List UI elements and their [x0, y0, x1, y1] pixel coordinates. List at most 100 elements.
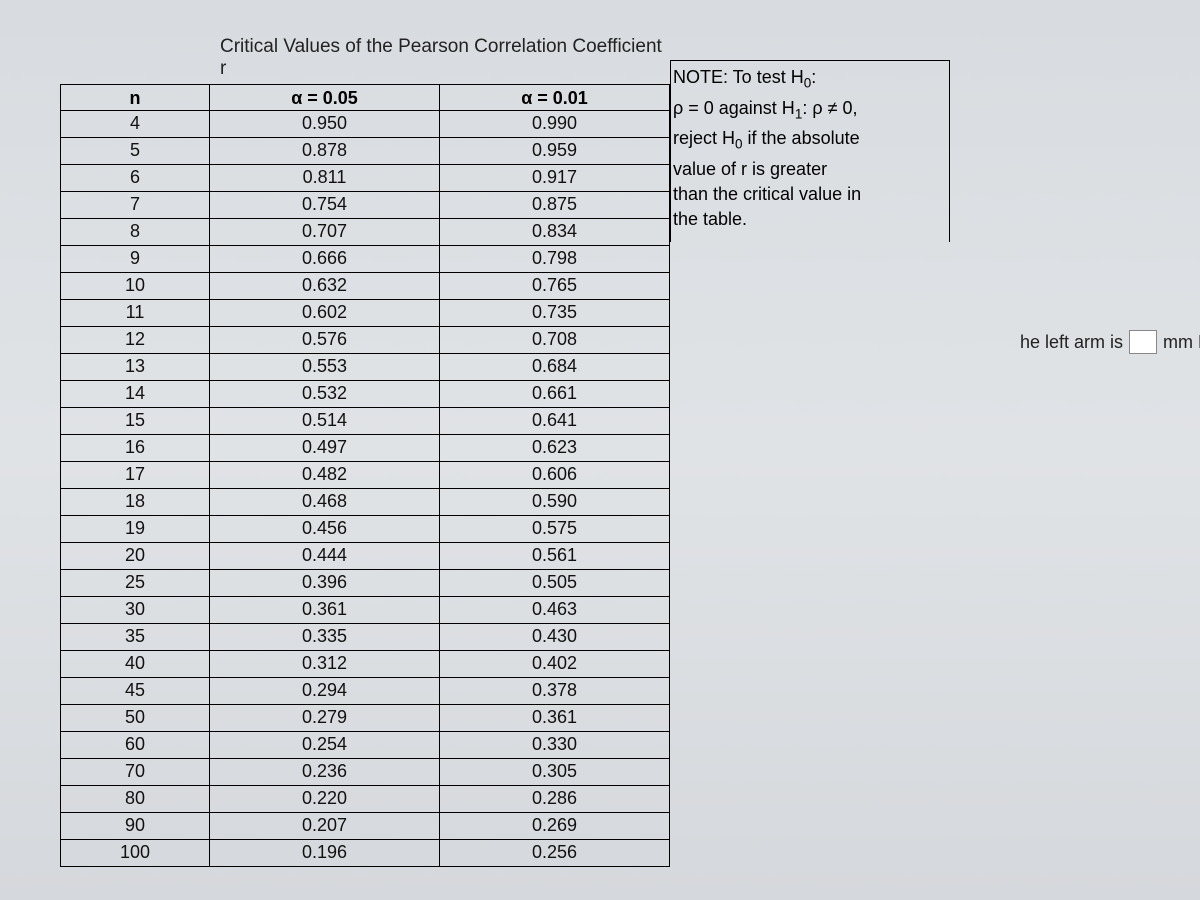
- cell-alpha-05: 0.335: [210, 624, 440, 651]
- cell-alpha-01: 0.641: [440, 408, 670, 435]
- cell-n: 8: [60, 219, 210, 246]
- cell-alpha-01: 0.959: [440, 138, 670, 165]
- cell-n: 11: [60, 300, 210, 327]
- cell-alpha-05: 0.878: [210, 138, 440, 165]
- cell-alpha-01: 0.561: [440, 543, 670, 570]
- note-line-3: reject H0 if the absolute: [673, 126, 943, 157]
- note-text: ρ = 0 against H: [673, 98, 795, 118]
- subscript: 0: [735, 137, 743, 152]
- critical-values-table: Critical Values of the Pearson Correlati…: [60, 30, 670, 867]
- cell-alpha-05: 0.707: [210, 219, 440, 246]
- note-line-4: value of r is greater: [673, 157, 943, 182]
- cell-alpha-01: 0.684: [440, 354, 670, 381]
- cell-n: 35: [60, 624, 210, 651]
- cell-alpha-05: 0.553: [210, 354, 440, 381]
- cell-alpha-01: 0.378: [440, 678, 670, 705]
- cell-alpha-05: 0.576: [210, 327, 440, 354]
- cell-n: 100: [60, 840, 210, 867]
- cell-alpha-01: 0.765: [440, 273, 670, 300]
- cell-n: 90: [60, 813, 210, 840]
- cell-n: 25: [60, 570, 210, 597]
- cell-n: 70: [60, 759, 210, 786]
- note-line-5: than the critical value in: [673, 182, 943, 207]
- cell-alpha-01: 0.708: [440, 327, 670, 354]
- cell-alpha-05: 0.207: [210, 813, 440, 840]
- note-text: NOTE: To test H: [673, 67, 804, 87]
- cell-n: 14: [60, 381, 210, 408]
- note-line-6: the table.: [673, 207, 943, 232]
- cell-alpha-05: 0.950: [210, 111, 440, 138]
- cell-alpha-01: 0.505: [440, 570, 670, 597]
- cell-alpha-01: 0.735: [440, 300, 670, 327]
- cell-n: 50: [60, 705, 210, 732]
- cell-n: 18: [60, 489, 210, 516]
- cell-n: 12: [60, 327, 210, 354]
- cell-alpha-01: 0.269: [440, 813, 670, 840]
- cell-n: 30: [60, 597, 210, 624]
- cell-n: 6: [60, 165, 210, 192]
- cell-n: 16: [60, 435, 210, 462]
- cell-alpha-05: 0.602: [210, 300, 440, 327]
- cell-n: 9: [60, 246, 210, 273]
- cell-n: 10: [60, 273, 210, 300]
- cell-alpha-01: 0.305: [440, 759, 670, 786]
- cell-alpha-01: 0.834: [440, 219, 670, 246]
- table-title: Critical Values of the Pearson Correlati…: [60, 30, 670, 84]
- cell-n: 19: [60, 516, 210, 543]
- cell-alpha-05: 0.254: [210, 732, 440, 759]
- cell-alpha-05: 0.754: [210, 192, 440, 219]
- cell-alpha-05: 0.396: [210, 570, 440, 597]
- cell-alpha-01: 0.286: [440, 786, 670, 813]
- cell-alpha-01: 0.256: [440, 840, 670, 867]
- cell-alpha-05: 0.456: [210, 516, 440, 543]
- cell-alpha-05: 0.811: [210, 165, 440, 192]
- header-alpha-05: α = 0.05: [210, 84, 440, 111]
- cell-n: 20: [60, 543, 210, 570]
- cell-n: 7: [60, 192, 210, 219]
- cell-alpha-01: 0.623: [440, 435, 670, 462]
- cell-alpha-01: 0.990: [440, 111, 670, 138]
- note-text: :: [811, 67, 816, 87]
- cell-n: 45: [60, 678, 210, 705]
- cell-alpha-01: 0.606: [440, 462, 670, 489]
- note-text: if the absolute: [743, 128, 860, 148]
- answer-input-box[interactable]: [1129, 330, 1157, 354]
- cell-alpha-05: 0.196: [210, 840, 440, 867]
- header-n: n: [60, 84, 210, 111]
- cell-n: 5: [60, 138, 210, 165]
- cell-n: 80: [60, 786, 210, 813]
- page-container: Critical Values of the Pearson Correlati…: [0, 0, 1200, 900]
- column-alpha-01: α = 0.01 0.9900.9590.9170.8750.8340.7980…: [440, 84, 670, 867]
- bg-text-suffix: mm Hg: [1163, 332, 1200, 353]
- cell-alpha-05: 0.514: [210, 408, 440, 435]
- cell-alpha-01: 0.402: [440, 651, 670, 678]
- cell-alpha-05: 0.666: [210, 246, 440, 273]
- column-n: n 45678910111213141516171819202530354045…: [60, 84, 210, 867]
- cell-alpha-01: 0.917: [440, 165, 670, 192]
- cell-alpha-01: 0.590: [440, 489, 670, 516]
- column-alpha-05: α = 0.05 0.9500.8780.8110.7540.7070.6660…: [210, 84, 440, 867]
- cell-n: 13: [60, 354, 210, 381]
- cell-alpha-01: 0.661: [440, 381, 670, 408]
- cell-alpha-05: 0.482: [210, 462, 440, 489]
- cell-alpha-05: 0.312: [210, 651, 440, 678]
- cell-alpha-01: 0.798: [440, 246, 670, 273]
- cell-alpha-05: 0.632: [210, 273, 440, 300]
- cell-n: 15: [60, 408, 210, 435]
- cell-alpha-01: 0.463: [440, 597, 670, 624]
- cell-alpha-01: 0.875: [440, 192, 670, 219]
- cell-alpha-05: 0.236: [210, 759, 440, 786]
- cell-alpha-01: 0.330: [440, 732, 670, 759]
- header-alpha-01: α = 0.01: [440, 84, 670, 111]
- cell-alpha-01: 0.361: [440, 705, 670, 732]
- note-text: reject H: [673, 128, 735, 148]
- background-question-fragment: he left arm is mm Hg: [1020, 330, 1200, 354]
- cell-n: 60: [60, 732, 210, 759]
- cell-alpha-05: 0.279: [210, 705, 440, 732]
- note-line-1: NOTE: To test H0:: [673, 65, 943, 96]
- note-line-2: ρ = 0 against H1: ρ ≠ 0,: [673, 96, 943, 127]
- cell-n: 17: [60, 462, 210, 489]
- bg-text-prefix: he left arm is: [1020, 332, 1123, 353]
- cell-alpha-05: 0.294: [210, 678, 440, 705]
- cell-alpha-05: 0.220: [210, 786, 440, 813]
